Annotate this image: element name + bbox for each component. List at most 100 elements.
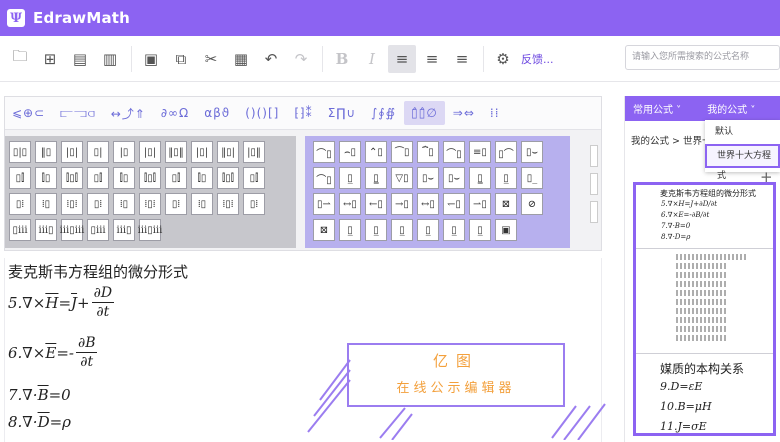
template-button[interactable]: ▯̲	[469, 219, 491, 241]
template-button[interactable]: ⊘	[521, 193, 543, 215]
symbol-category-tab[interactable]: ⫍⫎⫏	[53, 101, 103, 125]
template-button[interactable]: ▯⫿	[165, 167, 187, 189]
template-button[interactable]: ⁞▯	[35, 193, 57, 215]
template-button[interactable]: ▯⁞	[87, 193, 109, 215]
formula-search-input[interactable]: 请输入您所需搜索的公式名称	[625, 45, 780, 70]
italic-icon[interactable]: I	[358, 45, 386, 73]
template-button[interactable]: ▯̲	[391, 219, 413, 241]
symbol-category-tab[interactable]: ⇒⇔	[446, 101, 482, 125]
template-button[interactable]: ▯̳	[365, 167, 387, 189]
dropdown-item-default[interactable]: 默认	[705, 120, 780, 144]
symbol-category-tab[interactable]: ∂∞Ω	[154, 101, 196, 125]
template-button[interactable]: ▯ⅲ	[87, 219, 109, 241]
template-button[interactable]: ⌃▯	[365, 141, 387, 163]
open-file-icon[interactable]: 🗀	[6, 45, 34, 73]
template-button[interactable]: ‖▯‖	[165, 141, 187, 163]
align-left-icon[interactable]: ≡	[388, 44, 416, 73]
template-button[interactable]: ▯⫿	[87, 167, 109, 189]
template-button[interactable]: ▯⁞	[9, 193, 31, 215]
template-button[interactable]: →▯	[391, 193, 413, 215]
thumbnail-maxwell[interactable]: 麦克斯韦方程组的微分形式 5.∇×H=J+∂D/∂t 6.∇×E=-∂B/∂t …	[636, 188, 773, 243]
template-button[interactable]: ▯⫿	[9, 167, 31, 189]
align-right-icon[interactable]: ≡	[448, 45, 476, 73]
template-button[interactable]: ⫿▯	[113, 167, 135, 189]
template-button[interactable]: ↽▯	[443, 193, 465, 215]
template-button[interactable]: ▯⌣	[417, 167, 439, 189]
template-button[interactable]: ▯⫿	[243, 167, 265, 189]
template-button[interactable]: ⌒▯	[313, 141, 335, 163]
template-button[interactable]: ▯⇀	[313, 193, 335, 215]
template-button[interactable]: ▯̳	[469, 167, 491, 189]
template-button[interactable]: ▯̲	[365, 219, 387, 241]
palette-scroll-arrow[interactable]	[590, 145, 598, 167]
template-button[interactable]: ▯̲	[495, 167, 517, 189]
template-button[interactable]: ▯⁞	[243, 193, 265, 215]
template-button[interactable]: ▯_	[521, 167, 543, 189]
template-button[interactable]: ‖▯|	[217, 141, 239, 163]
redo-icon[interactable]: ↷	[287, 45, 315, 73]
dropdown-item-top-ten[interactable]: 世界十大方程式	[705, 144, 780, 181]
symbol-category-tab[interactable]: Σ∏∪	[321, 101, 363, 125]
template-button[interactable]: ↔▯	[339, 193, 361, 215]
symbol-category-tab[interactable]: ⩽⊕⊂	[5, 101, 52, 125]
copy-icon[interactable]: ⧉	[167, 45, 195, 73]
template-button[interactable]: ▯|▯	[9, 141, 31, 163]
thumbnail-integral-forms[interactable]	[636, 254, 773, 341]
template-button[interactable]: ⌒▯	[313, 167, 335, 189]
symbol-category-tab[interactable]: ↔⤴⇑	[104, 101, 153, 125]
template-button[interactable]: ⇀▯	[469, 193, 491, 215]
cut-icon[interactable]: ✂	[197, 45, 225, 73]
template-button[interactable]: ▯̲	[339, 167, 361, 189]
template-button[interactable]: ⁞▯⁞	[61, 193, 83, 215]
palette-scroll-arrow[interactable]	[590, 173, 598, 195]
equation-8[interactable]: 8.∇· D =ρ	[8, 413, 71, 431]
template-button[interactable]: ▯̲	[339, 219, 361, 241]
align-center-icon[interactable]: ≡	[418, 45, 446, 73]
template-button[interactable]: |▯|	[139, 141, 161, 163]
feedback-icon[interactable]: ⚙	[489, 45, 517, 73]
formula-thumbnail-list[interactable]: 麦克斯韦方程组的微分形式 5.∇×H=J+∂D/∂t 6.∇×E=-∂B/∂t …	[633, 182, 776, 436]
template-button[interactable]: ⫿▯⫿	[139, 167, 161, 189]
template-button[interactable]: ▽▯	[391, 167, 413, 189]
template-button[interactable]: ⅲ▯ⅲ	[138, 219, 162, 241]
template-button[interactable]: ⌢▯	[339, 141, 361, 163]
template-button[interactable]: ⁞▯⁞	[217, 193, 239, 215]
palette-scroll-arrow[interactable]	[590, 201, 598, 223]
template-button[interactable]: ⫿▯	[191, 167, 213, 189]
template-button[interactable]: ⫿▯	[35, 167, 57, 189]
template-button[interactable]: ≡▯	[469, 141, 491, 163]
template-button[interactable]: ▯⁞	[165, 193, 187, 215]
template-button[interactable]: ⅲ▯	[113, 219, 135, 241]
template-button[interactable]: |▯	[113, 141, 135, 163]
template-button[interactable]: ↔▯	[417, 193, 439, 215]
template-button[interactable]: ▯̲	[417, 219, 439, 241]
tab-common-formulas[interactable]: 常用公式 ˅	[633, 101, 681, 116]
template-button[interactable]: ‖▯	[35, 141, 57, 163]
template-button[interactable]: |▯‖	[243, 141, 265, 163]
equation-5[interactable]: 5.∇× H = J + ∂D ∂t	[8, 284, 115, 321]
template-button[interactable]: ⏞▯	[417, 141, 439, 163]
template-button[interactable]: ⁞▯⁞	[139, 193, 161, 215]
template-button[interactable]: ⁞▯	[113, 193, 135, 215]
bold-icon[interactable]: B	[328, 45, 356, 73]
template-button[interactable]: ⁞▯	[191, 193, 213, 215]
template-button[interactable]: ⫿▯⫿	[217, 167, 239, 189]
undo-icon[interactable]: ↶	[257, 45, 285, 73]
template-button[interactable]: ▯⌣	[443, 167, 465, 189]
template-button[interactable]: ⌒▯	[443, 141, 465, 163]
print-icon[interactable]: ▣	[137, 45, 165, 73]
symbol-category-tab[interactable]: ()()[]	[238, 101, 286, 125]
symbol-category-tab[interactable]: ▯̂▯̂∅	[404, 101, 445, 125]
new-file-icon[interactable]: ⊞	[36, 45, 64, 73]
equation-7[interactable]: 7.∇· B =0	[8, 386, 71, 404]
template-button[interactable]: ⅲ▯ⅲ	[60, 219, 84, 241]
template-button[interactable]: |▯|	[61, 141, 83, 163]
save-icon[interactable]: ▤	[66, 45, 94, 73]
template-button[interactable]: ⊠	[313, 219, 335, 241]
template-button[interactable]: ▣	[495, 219, 517, 241]
export-icon[interactable]: ▥	[96, 45, 124, 73]
template-button[interactable]: ⫿▯⫿	[61, 167, 83, 189]
symbol-category-tab[interactable]: ∫∮∯	[364, 101, 403, 125]
template-button[interactable]: ▯ⅲ	[9, 219, 31, 241]
template-button[interactable]: ▯⌒	[495, 141, 517, 163]
